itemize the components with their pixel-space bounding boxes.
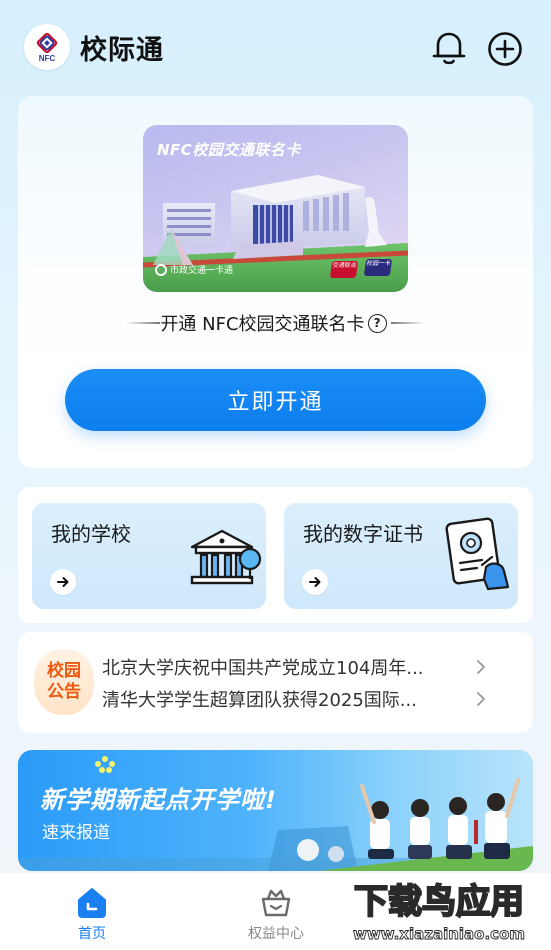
campus-notice-badge: 校园 公告 [34,649,94,715]
open-card-label-row: 开通 NFC校园交通联名卡 ? [18,310,533,336]
school-building-icon [190,529,262,585]
my-school-tile[interactable]: 我的学校 [32,503,266,609]
bell-icon[interactable] [432,30,466,66]
logo-mark-icon: NFC [36,32,58,63]
chevron-right-icon [477,660,485,674]
my-digital-certificate-tile[interactable]: 我的数字证书 [284,503,518,609]
nfc-card-image[interactable]: NFC校园交通联名卡 市政交通一卡通 交通联合 校园一卡 [143,125,408,292]
divider-line [126,322,161,324]
campus-notice-section: 校园 公告 北京大学庆祝中国共产党成立104周年... 清华大学学生超算团队获得… [18,632,533,733]
notice-item[interactable]: 清华大学学生超算团队获得2025国际... [102,684,522,714]
app-header: NFC 校际通 [0,0,551,96]
banner-subtitle: 速来报道 [42,823,110,843]
quick-tiles-section: 我的学校 我的数字证书 [18,487,533,623]
chevron-right-icon [477,692,485,706]
plus-circle-icon[interactable] [487,31,523,67]
nfc-card-footer-text: 市政交通一卡通 [170,266,234,276]
certificate-icon [445,517,510,591]
site-watermark: 下载鸟应用 www.xiazainiao.com [330,877,548,947]
divider-line [390,322,425,324]
card-badge-b: 校园一卡 [363,259,393,276]
tab-benefits-center[interactable]: 权益中心 [216,873,336,950]
arrow-right-icon[interactable] [50,569,76,595]
transit-logo-icon [155,263,167,276]
open-card-label: 开通 NFC校园交通联名卡 [160,314,365,335]
watermark-url: www.xiazainiao.com [353,925,525,943]
notice-item-text: 清华大学学生超算团队获得2025国际... [102,690,417,711]
tab-benefits-label: 权益中心 [248,926,304,942]
notice-item[interactable]: 北京大学庆祝中国共产党成立104周年... [102,652,522,682]
notice-item-text: 北京大学庆祝中国共产党成立104周年... [102,658,424,679]
my-school-title: 我的学校 [51,522,131,546]
notice-badge-line2: 公告 [47,682,81,702]
home-icon [78,888,106,918]
arrow-right-icon[interactable] [302,569,328,595]
help-icon[interactable]: ? [367,313,387,333]
notice-badge-line1: 校园 [47,661,81,681]
app-title: 校际通 [80,35,164,66]
nfc-card-title: NFC校园交通联名卡 [157,141,301,159]
svg-text:NFC: NFC [39,54,56,63]
digital-certificate-title: 我的数字证书 [303,522,423,546]
nfc-card-section: NFC校园交通联名卡 市政交通一卡通 交通联合 校园一卡 开通 NFC校园交通联… [18,96,533,468]
banner-title: 新学期新起点开学啦! [40,786,277,814]
crown-basket-icon [261,889,291,917]
open-now-button[interactable]: 立即开通 [65,369,486,431]
tab-home[interactable]: 首页 [32,873,152,950]
new-semester-banner[interactable]: 新学期新起点开学啦! 速来报道 [18,750,533,871]
card-badge-a: 交通联合 [329,261,359,278]
app-logo: NFC [24,24,70,70]
tab-home-label: 首页 [78,926,106,942]
nfc-card-footer: 市政交通一卡通 [155,263,233,276]
watermark-text: 下载鸟应用 [354,882,524,922]
